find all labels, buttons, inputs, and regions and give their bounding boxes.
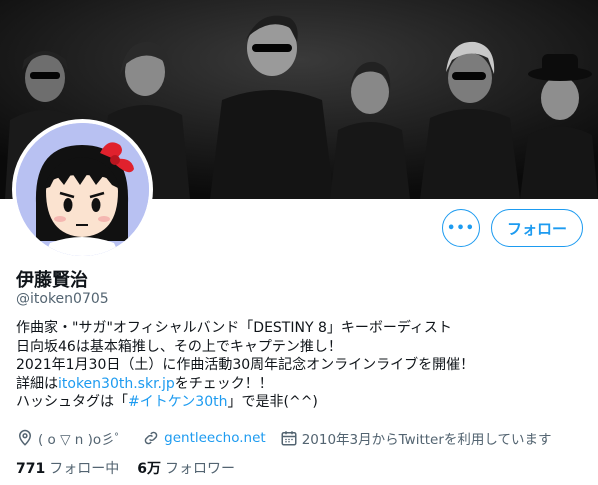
bio-line: ハッシュタグは「#イトケン30th」で是非(^^)	[16, 393, 586, 412]
more-options-button[interactable]: •••	[442, 209, 480, 247]
profile-bio: 作曲家・"サガ"オフィシャルバンド「DESTINY 8」キーボーディスト 日向坂…	[16, 319, 586, 412]
bio-line: 作曲家・"サガ"オフィシャルバンド「DESTINY 8」キーボーディスト	[16, 320, 452, 336]
bio-line: 詳細はitoken30th.skr.jpをチェック！！	[16, 375, 586, 394]
calendar-icon	[280, 429, 298, 447]
followers-stat[interactable]: 6万 フォロワー	[137, 458, 235, 478]
bio-hashtag-link[interactable]: #イトケン30th	[128, 394, 228, 410]
profile-display-name: 伊藤賢治	[16, 270, 88, 291]
follow-button-label: フォロー	[506, 219, 567, 238]
bio-line: 日向坂46は基本箱推し、その上でキャプテン推し！	[16, 338, 342, 355]
joined-text: 2010年3月からTwitterを利用しています	[301, 432, 552, 448]
bio-text: 」で是非(^^)	[227, 394, 318, 410]
profile-joined: 2010年3月からTwitterを利用しています	[280, 428, 552, 448]
bio-line: 2021年1月30日（土）に作曲活動30周年記念オンラインライブを開催！	[16, 357, 475, 373]
link-icon	[142, 429, 160, 447]
bio-text: 詳細は	[16, 375, 58, 392]
profile-location: ( o ▽ n )o彡゜	[16, 428, 128, 448]
location-pin-icon	[16, 429, 34, 447]
followers-label: フォロワー	[164, 461, 235, 477]
more-icon: •••	[447, 220, 475, 236]
website-link[interactable]: gentleecho.net	[164, 430, 266, 446]
profile-meta: ( o ▽ n )o彡゜ gentleecho.net 2010年3月からTwi…	[16, 428, 566, 448]
bio-text: をチェック！！	[174, 375, 273, 392]
location-text: ( o ▽ n )o彡゜	[38, 432, 129, 448]
follow-button[interactable]: フォロー	[491, 209, 583, 247]
profile-stats: 771 フォロー中 6万 フォロワー	[16, 458, 253, 478]
bio-text: ハッシュタグは「	[16, 394, 128, 410]
profile-handle: @itoken0705	[16, 291, 109, 307]
followers-count: 6万	[137, 461, 161, 477]
following-stat[interactable]: 771 フォロー中	[16, 458, 119, 478]
profile-website[interactable]: gentleecho.net	[142, 429, 266, 447]
bio-url-link[interactable]: itoken30th.skr.jp	[58, 376, 175, 392]
following-count: 771	[16, 461, 46, 477]
following-label: フォロー中	[49, 461, 120, 477]
profile-avatar[interactable]	[12, 119, 153, 260]
